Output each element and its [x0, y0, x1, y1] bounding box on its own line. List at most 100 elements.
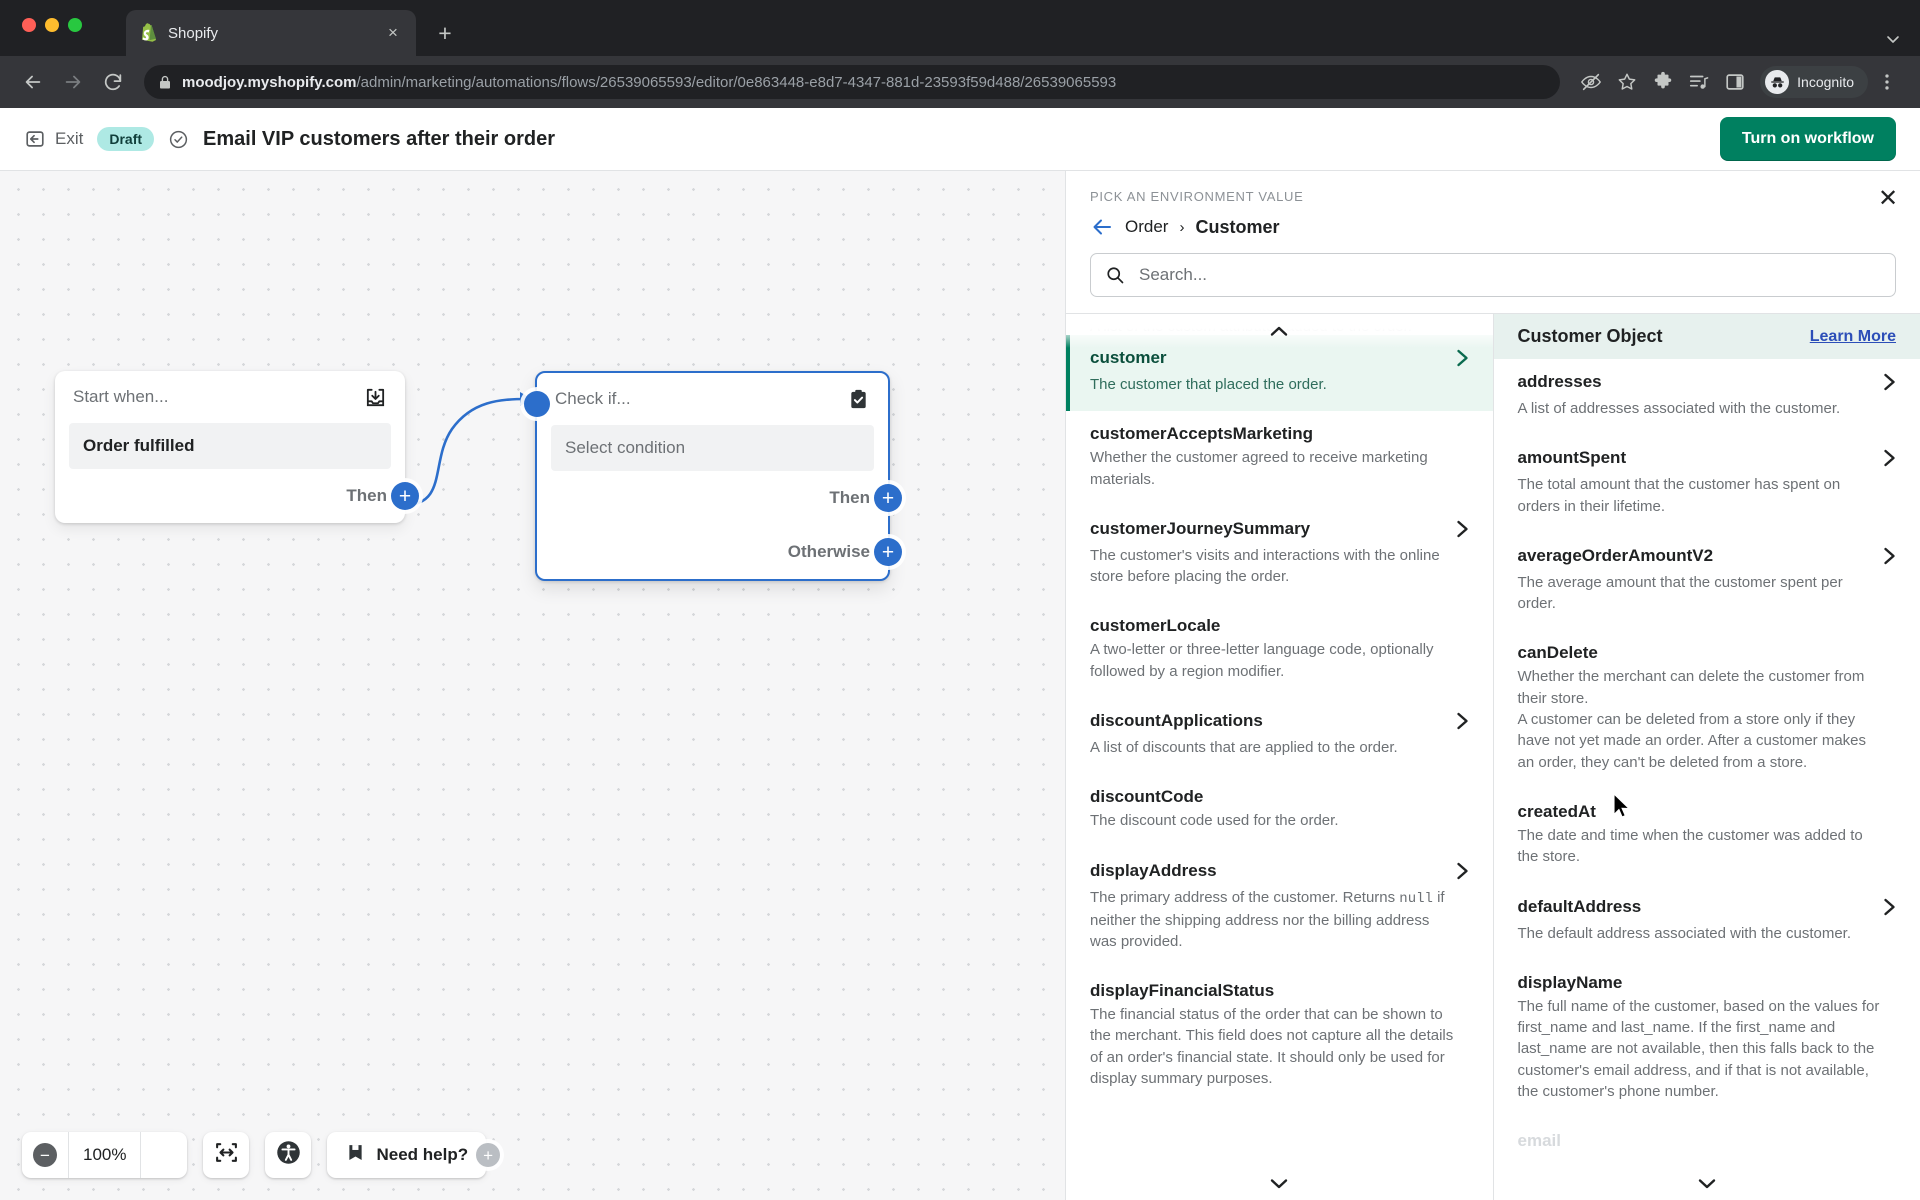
list-item[interactable]: defaultAddress The default address associ…: [1494, 884, 1920, 960]
zoom-in-button[interactable]: +: [141, 1132, 501, 1178]
canvas-toolbar: − 100% + Need help?: [22, 1132, 501, 1178]
accessibility-button[interactable]: [265, 1132, 312, 1178]
window-traffic-lights: [22, 18, 82, 32]
chevron-right-icon[interactable]: [1456, 348, 1469, 371]
minimize-window-button[interactable]: [45, 18, 59, 32]
need-help-label: Need help?: [376, 1145, 469, 1164]
list-item[interactable]: addresses A list of addresses associated …: [1494, 359, 1920, 435]
list-item-description: The average amount that the customer spe…: [1517, 573, 1843, 613]
toolbar-actions: Incognito: [1574, 65, 1904, 99]
accessibility-icon: [275, 1139, 302, 1171]
order-fields-list[interactable]: A list of the custom attributes added to…: [1066, 314, 1493, 1200]
trigger-node[interactable]: Start when... Order fulfilled Then +: [55, 371, 419, 523]
address-bar[interactable]: moodjoy.myshopify.com/admin/marketing/au…: [144, 65, 1561, 99]
list-item[interactable]: customerLocale A two-letter or three-lett…: [1066, 603, 1493, 698]
breadcrumb-order[interactable]: Order: [1125, 217, 1168, 237]
reload-icon[interactable]: [96, 65, 130, 99]
fit-to-screen-button[interactable]: [203, 1132, 250, 1178]
list-item-header: customerJourneySummary: [1090, 519, 1469, 542]
list-item-header: createdAt: [1518, 802, 1897, 822]
browser-tab[interactable]: Shopify ×: [126, 10, 416, 56]
condition-select[interactable]: Select condition: [551, 425, 874, 471]
new-tab-button[interactable]: +: [428, 16, 462, 50]
back-icon[interactable]: [16, 65, 50, 99]
turn-on-workflow-button[interactable]: Turn on workflow: [1719, 117, 1896, 161]
page-title: Email VIP customers after their order: [203, 127, 555, 150]
list-item[interactable]: discountApplications A list of discounts …: [1066, 698, 1493, 774]
trigger-inbox-icon[interactable]: [364, 386, 387, 409]
close-window-button[interactable]: [22, 18, 36, 32]
more-menu-icon[interactable]: [1870, 65, 1904, 99]
list-item[interactable]: canDelete Whether the merchant can delete…: [1494, 630, 1920, 788]
list-item[interactable]: displayName The full name of the customer…: [1494, 960, 1920, 1118]
list-item[interactable]: discountCode The discount code used for t…: [1066, 774, 1493, 847]
condition-node-header: Check if...: [537, 373, 888, 425]
chevron-up-icon[interactable]: [1066, 314, 1493, 348]
side-panel-icon[interactable]: [1718, 65, 1752, 99]
list-item-header: customer: [1090, 348, 1469, 371]
extensions-icon[interactable]: [1646, 65, 1680, 99]
list-item-description: Whether the merchant can delete the cust…: [1517, 668, 1865, 707]
trigger-then-row: Then +: [55, 469, 419, 523]
clipboard-check-icon[interactable]: [847, 388, 870, 411]
add-step-otherwise-button[interactable]: +: [874, 538, 902, 566]
list-item-header: discountApplications: [1090, 711, 1469, 734]
condition-node[interactable]: Check if... Select condition Then + Othe…: [524, 371, 902, 581]
list-item[interactable]: amountSpent The total amount that the cus…: [1494, 435, 1920, 533]
customer-object-column[interactable]: Customer Object Learn More addresses A li…: [1493, 314, 1920, 1200]
list-item-name: displayName: [1517, 972, 1623, 992]
chevron-right-icon[interactable]: [1883, 546, 1896, 569]
exit-button[interactable]: Exit: [24, 128, 83, 150]
chevron-right-icon[interactable]: [1883, 372, 1896, 395]
list-item-name: defaultAddress: [1517, 896, 1642, 916]
minus-icon: −: [33, 1143, 57, 1167]
forward-icon[interactable]: [56, 65, 90, 99]
chevron-right-icon[interactable]: [1456, 519, 1469, 542]
list-item[interactable]: customerAcceptsMarketing Whether the cust…: [1066, 411, 1493, 506]
customer-fields-list[interactable]: addresses A list of addresses associated …: [1494, 359, 1920, 1200]
reading-list-icon[interactable]: [1682, 65, 1716, 99]
list-item[interactable]: displayAddress The primary address of the…: [1066, 848, 1493, 968]
chevron-right-icon[interactable]: [1456, 711, 1469, 734]
list-item-description: Whether the customer agreed to receive m…: [1090, 449, 1428, 488]
chevron-down-icon-right[interactable]: [1493, 1166, 1920, 1200]
order-fields-column[interactable]: A list of the custom attributes added to…: [1066, 314, 1494, 1200]
close-tab-icon[interactable]: ×: [382, 22, 404, 44]
condition-otherwise-row: Otherwise +: [537, 525, 902, 579]
trigger-then-label: Then: [346, 486, 387, 505]
list-item-header: averageOrderAmountV2: [1518, 546, 1897, 569]
list-item[interactable]: email: [1494, 1118, 1920, 1167]
list-item[interactable]: displayFinancialStatus The financial stat…: [1066, 968, 1493, 1105]
search-icon: [1105, 265, 1125, 285]
workspace: Start when... Order fulfilled Then + Che…: [0, 170, 1920, 1200]
search-box[interactable]: [1090, 253, 1896, 297]
list-item-name: createdAt: [1517, 801, 1596, 821]
add-step-then-button[interactable]: +: [874, 484, 902, 512]
add-step-button[interactable]: +: [391, 482, 419, 510]
star-icon[interactable]: [1610, 65, 1644, 99]
list-item-header: displayFinancialStatus: [1090, 981, 1469, 1001]
close-panel-button[interactable]: ✕: [1874, 185, 1902, 213]
flow-canvas[interactable]: Start when... Order fulfilled Then + Che…: [0, 171, 1065, 1200]
customer-object-title: Customer Object: [1517, 326, 1663, 346]
profile-incognito-button[interactable]: Incognito: [1760, 66, 1868, 98]
chevron-right-icon[interactable]: [1883, 897, 1896, 920]
arrow-left-icon[interactable]: [1090, 215, 1114, 239]
trigger-value[interactable]: Order fulfilled: [69, 423, 391, 469]
eye-off-icon[interactable]: [1574, 65, 1608, 99]
list-item-header: displayAddress: [1090, 861, 1469, 884]
list-item[interactable]: createdAt The date and time when the cust…: [1494, 789, 1920, 884]
condition-node-title: Check if...: [555, 389, 631, 408]
learn-more-link[interactable]: Learn More: [1810, 328, 1896, 346]
maximize-window-button[interactable]: [68, 18, 82, 32]
chevron-down-icon-left[interactable]: [1066, 1166, 1493, 1200]
list-item[interactable]: averageOrderAmountV2 The average amount t…: [1494, 533, 1920, 631]
chevron-right-icon[interactable]: [1456, 861, 1469, 884]
tab-list-chevron-icon[interactable]: [1884, 30, 1902, 48]
need-help-button[interactable]: Need help?: [327, 1132, 487, 1178]
search-input[interactable]: [1137, 264, 1881, 286]
zoom-out-button[interactable]: −: [22, 1132, 68, 1178]
list-item-header: displayName: [1518, 973, 1897, 993]
chevron-right-icon[interactable]: [1883, 448, 1896, 471]
list-item[interactable]: customerJourneySummary The customer's vis…: [1066, 506, 1493, 604]
